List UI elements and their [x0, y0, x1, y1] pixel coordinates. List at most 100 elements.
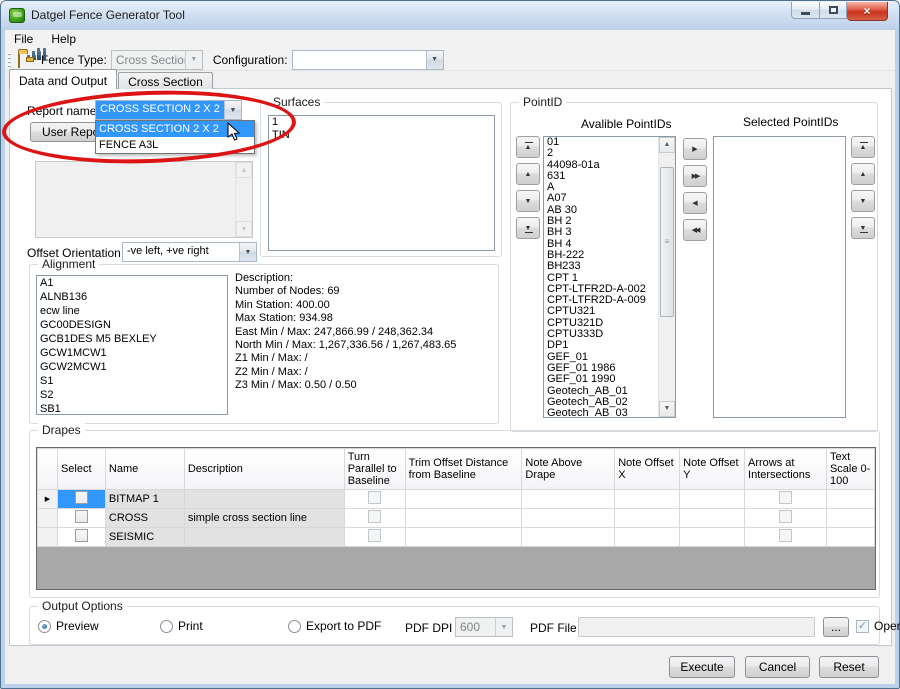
grid-cell-trim-offset[interactable]	[405, 509, 522, 528]
offset-orientation-combo[interactable]: -ve left, +ve right ▼	[122, 242, 257, 262]
grid-cell-turn-parallel[interactable]	[344, 509, 405, 528]
scroll-up-icon[interactable]: ▲	[659, 137, 675, 153]
grid-row-header[interactable]: ▶	[38, 490, 58, 509]
grid-cell-trim-offset[interactable]	[405, 528, 522, 547]
select-checkbox[interactable]	[75, 510, 88, 523]
list-item[interactable]: S1	[37, 374, 227, 388]
menu-help[interactable]: Help	[42, 30, 85, 49]
dropdown-option[interactable]: CROSS SECTION 2 X 2	[96, 121, 254, 137]
grid-cell-note-offset-x[interactable]	[615, 528, 680, 547]
move-last-button[interactable]: ▼	[851, 217, 875, 239]
grid-cell-text-scale[interactable]	[826, 509, 874, 528]
report-name-combo[interactable]: CROSS SECTION 2 X 2 ▼	[95, 100, 242, 120]
list-item[interactable]: GCW2MCW1	[37, 360, 227, 374]
list-item[interactable]: S2	[37, 388, 227, 402]
tab-data-and-output[interactable]: Data and Output	[9, 69, 117, 89]
move-last-button[interactable]: ▼	[516, 217, 540, 239]
list-item[interactable]: GEF_01 1990	[544, 374, 658, 385]
chevron-down-icon[interactable]: ▼	[239, 243, 256, 261]
grid-cell-note-offset-y[interactable]	[680, 509, 745, 528]
grid-cell-arrows[interactable]	[745, 528, 827, 547]
select-checkbox[interactable]	[75, 491, 88, 504]
grid-cell-select[interactable]	[57, 528, 105, 547]
grid-cell-arrows[interactable]	[745, 490, 827, 509]
alignment-listbox[interactable]: A1ALNB136ecw lineGC00DESIGNGCB1DES M5 BE…	[36, 275, 228, 415]
surfaces-listbox[interactable]: 1TIN	[268, 115, 495, 251]
reset-button[interactable]: Reset	[819, 656, 879, 678]
scrollbar-thumb[interactable]: ≡	[660, 167, 674, 317]
chevron-down-icon[interactable]: ▼	[224, 101, 241, 119]
grid-column-header[interactable]: Select	[57, 449, 105, 490]
grid-column-header[interactable]: Note Offset Y	[680, 449, 745, 490]
grid-cell-name[interactable]: SEISMIC	[105, 528, 184, 547]
grid-corner-header[interactable]	[38, 449, 58, 490]
grid-cell-note-above[interactable]	[522, 490, 615, 509]
maximize-button[interactable]	[820, 2, 847, 19]
grid-cell-note-offset-y[interactable]	[680, 528, 745, 547]
chevron-down-icon[interactable]: ▼	[426, 51, 443, 69]
execute-button[interactable]: Execute	[669, 656, 735, 678]
selected-pointids-listbox[interactable]	[713, 136, 846, 418]
grid-row-header[interactable]	[38, 528, 58, 547]
grid-cell-select[interactable]	[57, 490, 105, 509]
list-item[interactable]: GCW1MCW1	[37, 346, 227, 360]
grid-column-header[interactable]: Name	[105, 449, 184, 490]
move-right-button[interactable]: ▶	[683, 138, 707, 160]
list-item[interactable]: A1	[37, 276, 227, 290]
select-checkbox[interactable]	[75, 529, 88, 542]
list-item[interactable]: TIN	[269, 129, 494, 142]
print-radio[interactable]: Print	[160, 619, 203, 633]
list-item[interactable]: 1	[269, 116, 494, 129]
grid-cell-arrows[interactable]	[745, 509, 827, 528]
grid-cell-trim-offset[interactable]	[405, 490, 522, 509]
list-item[interactable]: SB1	[37, 402, 227, 415]
grid-column-header[interactable]: Trim Offset Distance from Baseline	[405, 449, 522, 490]
grid-cell-text-scale[interactable]	[826, 528, 874, 547]
list-item[interactable]: BH 3	[544, 227, 658, 238]
grid-cell-description[interactable]	[184, 528, 344, 547]
grid-cell-description[interactable]: simple cross section line	[184, 509, 344, 528]
list-item[interactable]: ALNB136	[37, 290, 227, 304]
open-icon[interactable]	[18, 53, 20, 67]
preview-radio[interactable]: Preview	[38, 619, 99, 633]
export-pdf-radio[interactable]: Export to PDF	[288, 619, 381, 633]
move-first-button[interactable]: ▲	[851, 136, 875, 158]
grid-column-header[interactable]: Description	[184, 449, 344, 490]
menu-file[interactable]: File	[5, 30, 42, 49]
grid-row-header[interactable]	[38, 509, 58, 528]
move-down-button[interactable]: ▼	[851, 190, 875, 212]
list-item[interactable]: DP1	[544, 340, 658, 351]
move-up-button[interactable]: ▲	[851, 163, 875, 185]
list-item[interactable]: GCB1DES M5 BEXLEY	[37, 332, 227, 346]
close-button[interactable]: ×	[847, 2, 888, 21]
grid-column-header[interactable]: Turn Parallel to Baseline	[344, 449, 405, 490]
cancel-button[interactable]: Cancel	[745, 656, 810, 678]
grid-cell-note-offset-y[interactable]	[680, 490, 745, 509]
available-scrollbar[interactable]: ▲ ≡ ▼	[658, 137, 675, 417]
toolbar-grip[interactable]	[8, 53, 11, 67]
configuration-combo[interactable]: ▼	[292, 50, 444, 70]
browse-button[interactable]: ...	[823, 617, 849, 637]
list-item[interactable]: ecw line	[37, 304, 227, 318]
drapes-grid[interactable]: SelectNameDescriptionTurn Parallel to Ba…	[36, 447, 876, 590]
scroll-down-icon[interactable]: ▼	[659, 401, 675, 417]
grid-cell-select[interactable]	[57, 509, 105, 528]
tab-cross-section[interactable]: Cross Section	[118, 72, 213, 89]
dropdown-option[interactable]: FENCE A3L	[96, 137, 254, 153]
move-first-button[interactable]: ▲	[516, 136, 540, 158]
grid-cell-text-scale[interactable]	[826, 490, 874, 509]
list-item[interactable]: GC00DESIGN	[37, 318, 227, 332]
list-item[interactable]: Geotech_AB_03	[544, 408, 658, 418]
move-all-left-button[interactable]: ◀◀	[683, 219, 707, 241]
available-pointids-listbox[interactable]: 01244098-01a631AA07AB 30BH 2BH 3BH 4BH-2…	[543, 136, 676, 418]
list-item[interactable]: BH233	[544, 261, 658, 272]
minimize-button[interactable]	[791, 2, 820, 19]
grid-cell-description[interactable]	[184, 490, 344, 509]
grid-cell-note-above[interactable]	[522, 509, 615, 528]
grid-cell-name[interactable]: BITMAP 1	[105, 490, 184, 509]
list-item[interactable]: 2	[544, 148, 658, 159]
list-item[interactable]: 01	[544, 137, 658, 148]
grid-column-header[interactable]: Note Above Drape	[522, 449, 615, 490]
move-left-button[interactable]: ◀	[683, 192, 707, 214]
move-down-button[interactable]: ▼	[516, 190, 540, 212]
